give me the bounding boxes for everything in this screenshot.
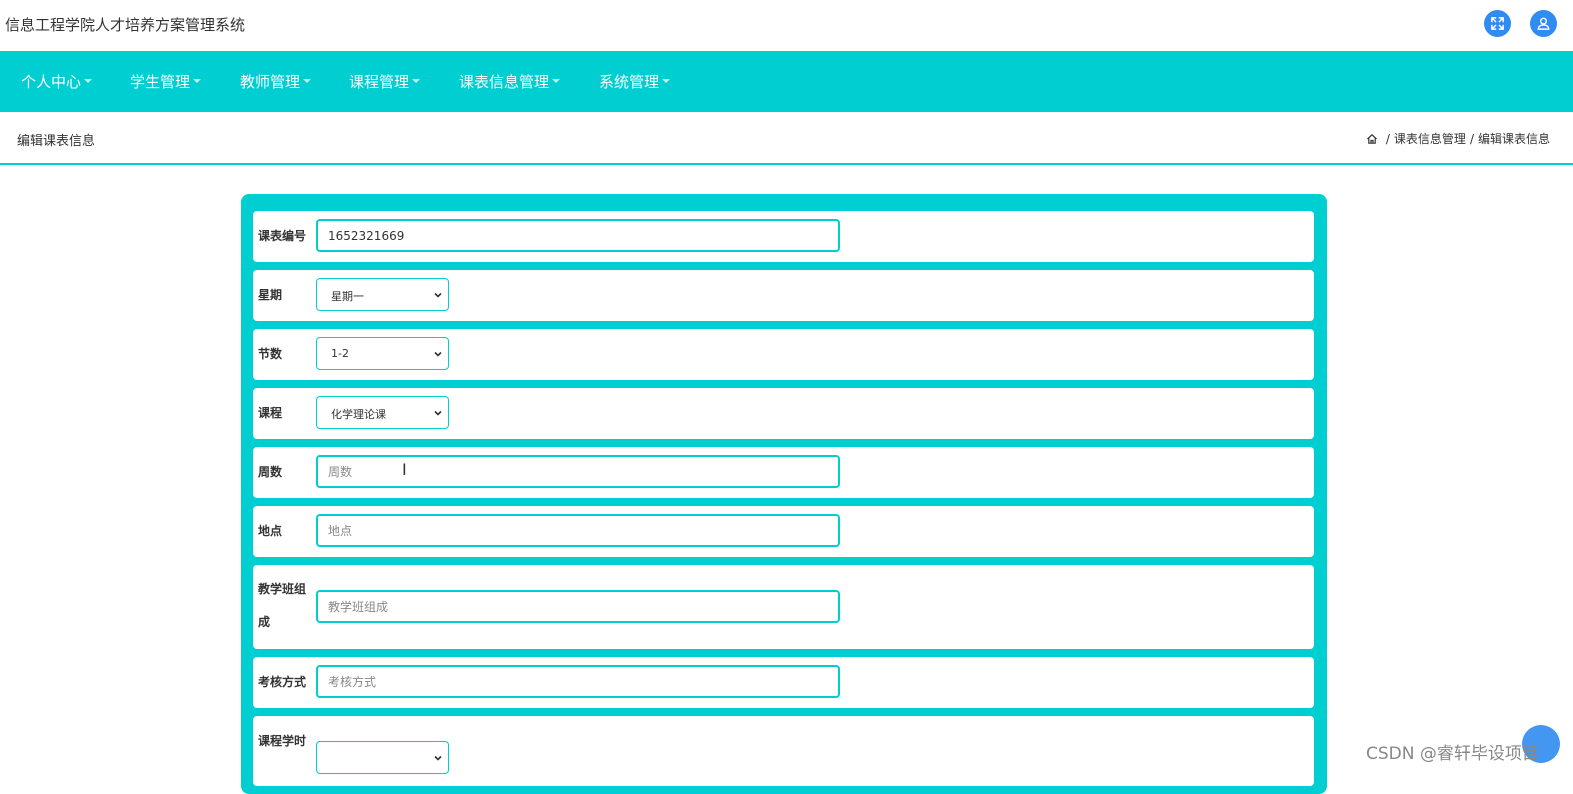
nav-item-label: 课程管理 — [349, 73, 410, 91]
edit-form: 课表编号 星期 星期一 节数 1-2 课程 化学理论课 周数 地点 — [241, 194, 1327, 794]
nav-item-course-management[interactable]: 课程管理 — [349, 71, 421, 92]
chevron-down-icon — [434, 755, 442, 761]
nav-item-label: 课表信息管理 — [459, 73, 550, 91]
top-header: 信息工程学院人才培养方案管理系统 — [0, 0, 1573, 51]
field-label: 地点 — [258, 524, 283, 538]
form-row-location: 地点 — [253, 506, 1314, 557]
form-row-class-composition: 教学班组成 — [253, 565, 1314, 649]
weeks-input[interactable] — [316, 455, 840, 488]
page-header: 编辑课表信息 / 课表信息管理 / 编辑课表信息 — [0, 112, 1573, 165]
breadcrumb-separator: / — [1385, 131, 1390, 146]
caret-down-icon — [662, 79, 671, 83]
class-composition-input[interactable] — [316, 590, 840, 623]
nav-item-personal-center[interactable]: 个人中心 — [21, 71, 93, 92]
select-value: 星期一 — [331, 290, 364, 303]
schedule-id-input[interactable] — [316, 219, 840, 252]
field-label: 课程 — [258, 406, 283, 420]
caret-down-icon — [552, 79, 561, 83]
nav-item-student-management[interactable]: 学生管理 — [130, 71, 202, 92]
nav-item-label: 系统管理 — [599, 73, 660, 91]
nav-item-label: 教师管理 — [240, 73, 301, 91]
nav-item-teacher-management[interactable]: 教师管理 — [240, 71, 312, 92]
form-row-weeks: 周数 — [253, 447, 1314, 498]
field-label: 节数 — [258, 347, 283, 361]
weekday-select[interactable]: 星期一 — [316, 278, 449, 311]
caret-down-icon — [193, 79, 202, 83]
field-label: 考核方式 — [258, 675, 307, 689]
breadcrumb-item-current: 编辑课表信息 — [1477, 132, 1550, 146]
chevron-down-icon — [434, 410, 442, 416]
caret-down-icon — [412, 79, 421, 83]
page-title: 编辑课表信息 — [17, 134, 96, 149]
select-value: 化学理论课 — [331, 408, 386, 421]
course-hours-select[interactable] — [316, 741, 449, 774]
chevron-down-icon — [434, 351, 442, 357]
app-title: 信息工程学院人才培养方案管理系统 — [5, 16, 246, 34]
expand-icon[interactable] — [1484, 10, 1511, 37]
nav-item-label: 学生管理 — [130, 73, 191, 91]
form-row-assessment: 考核方式 — [253, 657, 1314, 708]
breadcrumb-separator: / — [1469, 131, 1474, 146]
field-label: 课表编号 — [258, 229, 307, 243]
form-row-course-hours: 课程学时 — [253, 716, 1314, 786]
user-icon[interactable] — [1530, 10, 1557, 37]
form-row-weekday: 星期 星期一 — [253, 270, 1314, 321]
periods-select[interactable]: 1-2 — [316, 337, 449, 370]
select-value: 1-2 — [331, 347, 349, 360]
text-cursor-icon: I — [402, 460, 407, 479]
form-row-periods: 节数 1-2 — [253, 329, 1314, 380]
main-nav: 个人中心 学生管理 教师管理 课程管理 课表信息管理 系统管理 — [0, 51, 1573, 112]
course-select[interactable]: 化学理论课 — [316, 396, 449, 429]
breadcrumb-item[interactable]: 课表信息管理 — [1394, 130, 1466, 147]
form-row-schedule-id: 课表编号 — [253, 211, 1314, 262]
watermark: CSDN @睿轩毕设项目 — [1366, 744, 1539, 764]
caret-down-icon — [303, 79, 312, 83]
nav-item-label: 个人中心 — [21, 73, 82, 91]
field-label: 星期 — [258, 288, 283, 302]
field-label: 课程学时 — [258, 734, 307, 748]
caret-down-icon — [84, 79, 93, 83]
field-label: 教学班组成 — [258, 582, 307, 629]
assessment-input[interactable] — [316, 665, 840, 698]
home-icon[interactable] — [1366, 133, 1378, 145]
nav-item-system-management[interactable]: 系统管理 — [599, 71, 671, 92]
breadcrumb: / 课表信息管理 / 编辑课表信息 — [1366, 130, 1550, 147]
field-label: 周数 — [258, 465, 283, 479]
location-input[interactable] — [316, 514, 840, 547]
chevron-down-icon — [434, 292, 442, 298]
nav-item-schedule-management[interactable]: 课表信息管理 — [459, 71, 561, 92]
form-row-course: 课程 化学理论课 — [253, 388, 1314, 439]
